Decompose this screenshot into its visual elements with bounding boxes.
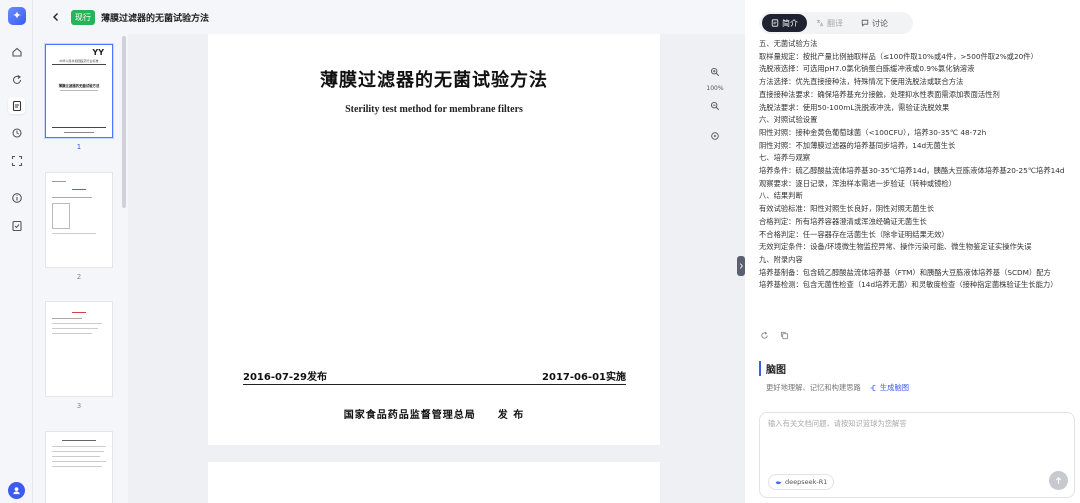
- thumb-logo: YY: [92, 48, 104, 57]
- document-page: 薄膜过滤器的无菌试验方法 Sterility test method for m…: [208, 34, 660, 445]
- zoom-in-icon[interactable]: [700, 62, 730, 82]
- copy-icon[interactable]: [779, 330, 789, 340]
- model-selector[interactable]: deepseek-R1: [768, 474, 835, 490]
- thumb-org: 中华人民共和国医药行业标准: [59, 59, 99, 63]
- mindmap-description: 更好地理解、记忆和构建思路: [766, 383, 861, 392]
- document-title: 薄膜过滤器的无菌试验方法: [101, 13, 210, 24]
- history-icon[interactable]: [8, 124, 25, 141]
- divider: [243, 384, 626, 385]
- thumbnail-page-4[interactable]: [45, 431, 113, 503]
- mindmap-title: 脑图: [759, 361, 786, 376]
- document-viewer: 薄膜过滤器的无菌试验方法 Sterility test method for m…: [128, 34, 745, 503]
- mindmap-icon: [870, 385, 876, 391]
- issuer: 国家食品药品监督管理总局 发 布: [343, 410, 525, 421]
- info-icon[interactable]: [8, 189, 25, 206]
- question-input-box: deepseek-R1: [759, 412, 1075, 498]
- tab-summary[interactable]: 简介: [762, 14, 807, 32]
- refresh-icon[interactable]: [8, 71, 25, 88]
- document-header: 现行 薄膜过滤器的无菌试验方法: [33, 0, 745, 34]
- send-arrow-icon: [1055, 477, 1062, 484]
- summary-line: 取样量规定：按批产量比例抽取样品（≤100件取10%或4件，>500件取2%或2…: [759, 51, 1038, 61]
- publish-date: 2016-07-29发布: [243, 372, 327, 383]
- effective-date: 2017-06-01实施: [542, 372, 626, 383]
- summary-content: 五、无菌试验方法取样量规定：按批产量比例抽取样品（≤100件取10%或4件，>5…: [759, 38, 1075, 292]
- left-rail: ✦: [0, 0, 33, 503]
- thumbnail-number: 3: [76, 402, 82, 410]
- thumbnail-scrollbar[interactable]: [122, 36, 126, 208]
- question-input[interactable]: [768, 419, 1058, 449]
- panel-tabs: 简介 翻译 讨论: [759, 12, 913, 34]
- summary-line: 八、结果判断: [759, 191, 803, 201]
- zoom-out-icon[interactable]: [700, 96, 730, 116]
- zoom-level: 100%: [706, 85, 724, 92]
- page-title: 薄膜过滤器的无菌试验方法: [320, 70, 548, 91]
- summary-line: 六、对照试验设置: [759, 115, 818, 125]
- translate-icon: [816, 19, 824, 27]
- summary-line: 阴性对照：不加薄膜过滤器的培养基同步培养，14d无菌生长: [759, 140, 956, 150]
- home-icon[interactable]: [8, 43, 25, 60]
- thumbnail-page-1[interactable]: YY 中华人民共和国医药行业标准 薄膜过滤器的无菌试验方法: [45, 44, 113, 138]
- summary-line: 不合格判定：任一容器存在活菌生长（除非证明结果无效）: [759, 229, 949, 239]
- thumb-title: 薄膜过滤器的无菌试验方法: [58, 84, 100, 88]
- document-page-2: [208, 462, 660, 503]
- thumbnail-page-3[interactable]: [45, 301, 113, 397]
- summary-line: 阳性对照：接种金黄色葡萄球菌（<100CFU），培养30-35℃ 48-72h: [759, 127, 987, 137]
- mindmap-section: 更好地理解、记忆和构建思路 生成脑图: [766, 383, 909, 393]
- tab-translate[interactable]: 翻译: [807, 14, 852, 32]
- deepseek-icon: [775, 480, 782, 484]
- thumbnail-page-2[interactable]: [45, 172, 113, 268]
- thumbnail-number: 1: [76, 143, 82, 151]
- checklist-icon[interactable]: [8, 217, 25, 234]
- summary-line: 洗脱液选择：可选用pH7.0氯化钠蛋白胨缓冲液或0.9%氯化钠溶液: [759, 64, 975, 74]
- user-avatar[interactable]: [8, 482, 25, 499]
- regenerate-icon[interactable]: [759, 330, 769, 340]
- summary-line: 观察要求：逐日记录，浑浊样本需进一步验证（转种或镜检）: [759, 178, 957, 188]
- summary-actions: [759, 330, 789, 340]
- panel-collapse-handle[interactable]: [737, 256, 745, 276]
- scan-icon[interactable]: [8, 152, 25, 169]
- summary-line: 无效判定条件：设备/环境微生物监控异常、操作污染可能、微生物鉴定证实操作失误: [759, 242, 1032, 252]
- status-badge: 现行: [71, 9, 95, 25]
- summary-line: 有效试验标准：阳性对照生长良好，阴性对照无菌生长: [759, 204, 935, 214]
- document-icon[interactable]: [8, 97, 25, 114]
- summary-line: 培养基制备：包含硫乙醇酸盐流体培养基（FTM）和胰酪大豆胨液体培养基（SCDM）…: [759, 267, 1051, 277]
- summary-line: 九、附录内容: [759, 254, 803, 264]
- generate-mindmap-button[interactable]: 生成脑图: [869, 383, 909, 393]
- summary-line: 合格判定：所有培养容器澄清或浑浊经确证无菌生长: [759, 216, 927, 226]
- page-thumbnails: YY 中华人民共和国医药行业标准 薄膜过滤器的无菌试验方法 1 2 3: [33, 34, 128, 503]
- send-button[interactable]: [1049, 471, 1068, 490]
- summary-panel: 简介 翻译 讨论 五、无菌试验方法取样量规定：按批产量比例抽取样品（≤100件取…: [745, 0, 1080, 503]
- fit-page-icon[interactable]: [700, 126, 730, 146]
- app-logo[interactable]: ✦: [8, 7, 26, 25]
- tab-discuss[interactable]: 讨论: [852, 14, 897, 32]
- summary-line: 直接接种法要求：确保培养基充分接触，处理抑水性表面需添加表面活性剂: [759, 89, 1000, 99]
- summary-line: 洗脱法要求：使用50-100mL洗脱液冲洗，需验证洗脱效果: [759, 102, 950, 112]
- summary-icon: [771, 19, 779, 27]
- summary-line: 培养基检测：包含无菌性检查（14d培养无菌）和灵敏度检查（接种指定菌株验证生长能…: [759, 280, 1058, 290]
- back-arrow-icon[interactable]: [49, 10, 63, 24]
- chat-icon: [861, 19, 869, 27]
- thumbnail-number: 2: [76, 273, 82, 281]
- summary-line: 七、培养与观察: [759, 153, 811, 163]
- summary-line: 方法选择：优先直接接种法，特殊情况下使用洗脱法或联合方法: [759, 77, 964, 87]
- page-subtitle: Sterility test method for membrane filte…: [345, 104, 523, 115]
- zoom-controls: 100%: [700, 62, 730, 146]
- summary-line: 五、无菌试验方法: [759, 39, 818, 48]
- summary-line: 培养条件：硫乙醇酸盐流体培养基30-35℃培养14d，胰酪大豆胨液体培养基20-…: [759, 166, 1065, 176]
